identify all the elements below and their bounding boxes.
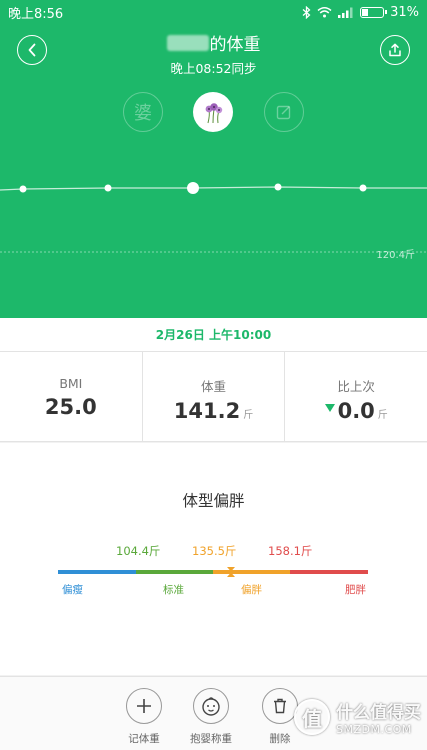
stat-weight: 体重 141.2 斤 bbox=[141, 352, 285, 441]
compare-label: 比上次 bbox=[337, 379, 375, 394]
signal-icon bbox=[338, 7, 353, 18]
weight-point-1[interactable] bbox=[104, 184, 112, 192]
status-time: 晚上8:56 bbox=[8, 6, 64, 22]
scale-label-normal: 标准 bbox=[163, 584, 184, 596]
bmi-value: 25.0 bbox=[44, 395, 97, 419]
weight-point-3[interactable] bbox=[274, 183, 282, 191]
threshold-overweight: 135.5斤 bbox=[192, 544, 237, 558]
watermark-logo: 值 bbox=[294, 699, 330, 735]
scale-label-obese: 肥胖 bbox=[345, 584, 366, 596]
record-weight-label: 记体重 bbox=[128, 733, 160, 745]
trash-icon bbox=[274, 698, 286, 714]
weight-unit: 斤 bbox=[243, 410, 254, 421]
scale-label-thin: 偏瘦 bbox=[62, 584, 83, 596]
status-bar: 晚上8:56 31% bbox=[0, 0, 427, 24]
header: 的体重 晚上08:52同步 bbox=[0, 24, 427, 78]
delete-label: 删除 bbox=[269, 733, 291, 745]
share-button[interactable] bbox=[380, 35, 410, 65]
battery-percent: 31% bbox=[390, 4, 419, 20]
body-type-scale bbox=[58, 570, 368, 574]
threshold-obese: 158.1斤 bbox=[268, 544, 313, 558]
scale-label-overweight: 偏胖 bbox=[241, 584, 262, 596]
baby-face-icon bbox=[202, 697, 220, 716]
body-type-title: 体型偏胖 bbox=[182, 492, 245, 510]
compare-unit: 斤 bbox=[377, 410, 388, 421]
delete-button[interactable]: 删除 bbox=[262, 688, 298, 746]
record-weight-button[interactable]: 记体重 bbox=[126, 688, 162, 746]
down-arrow-icon bbox=[324, 404, 335, 412]
weight-label: 体重 bbox=[201, 379, 227, 394]
blurred-user-name bbox=[166, 34, 209, 51]
weight-value: 141.2 bbox=[173, 399, 241, 423]
scale-segment-overweight bbox=[213, 570, 290, 574]
stat-bmi: BMI 25.0 bbox=[0, 352, 142, 441]
upload-icon bbox=[389, 43, 401, 57]
compare-value: 0.0 bbox=[337, 399, 375, 423]
threshold-standard: 104.4斤 bbox=[116, 544, 161, 558]
scale-segment-normal bbox=[136, 570, 213, 574]
title-block: 的体重 晚上08:52同步 bbox=[0, 30, 427, 77]
weight-point-2[interactable] bbox=[187, 182, 199, 194]
measurement-date: 2月26日 上午10:00 bbox=[0, 318, 427, 352]
stat-compare: 比上次 0.0 斤 bbox=[284, 352, 427, 441]
status-icons: 31% bbox=[302, 5, 419, 20]
watermark-text: 什么值得买 bbox=[336, 703, 421, 723]
body-type-section: 体型偏胖 104.4斤 135.5斤 158.1斤 偏瘦 标准 偏胖 肥胖 bbox=[0, 443, 427, 675]
reference-label: 120.4斤 bbox=[376, 249, 415, 261]
baby-weigh-button[interactable]: 抱婴称重 bbox=[190, 688, 232, 746]
plus-icon bbox=[137, 699, 151, 713]
bluetooth-icon bbox=[302, 5, 311, 19]
battery-icon bbox=[360, 6, 388, 18]
sync-time: 晚上08:52同步 bbox=[170, 61, 257, 76]
watermark-logo-text: 值 bbox=[302, 706, 322, 731]
stats-row: BMI 25.0 体重 141.2 斤 比上次 0.0 斤 bbox=[0, 352, 427, 442]
bmi-label: BMI bbox=[59, 376, 83, 391]
weight-point-0[interactable] bbox=[19, 185, 27, 193]
wifi-icon bbox=[317, 7, 332, 18]
scale-marker-icon bbox=[227, 567, 235, 577]
weight-trend-chart: 120.4斤 bbox=[0, 182, 427, 261]
baby-weigh-label: 抱婴称重 bbox=[190, 733, 232, 745]
weight-chart-panel: 婆 120.4斤 bbox=[0, 78, 427, 318]
weight-point-4[interactable] bbox=[359, 184, 367, 192]
page-title-text: 的体重 bbox=[209, 35, 261, 55]
page-title: 的体重 bbox=[0, 30, 427, 55]
scale-segment-thin bbox=[58, 570, 136, 574]
scale-segment-obese bbox=[290, 570, 368, 574]
watermark: 值 什么值得买 SMZDM.COM bbox=[294, 698, 421, 736]
watermark-domain: SMZDM.COM bbox=[336, 723, 412, 736]
